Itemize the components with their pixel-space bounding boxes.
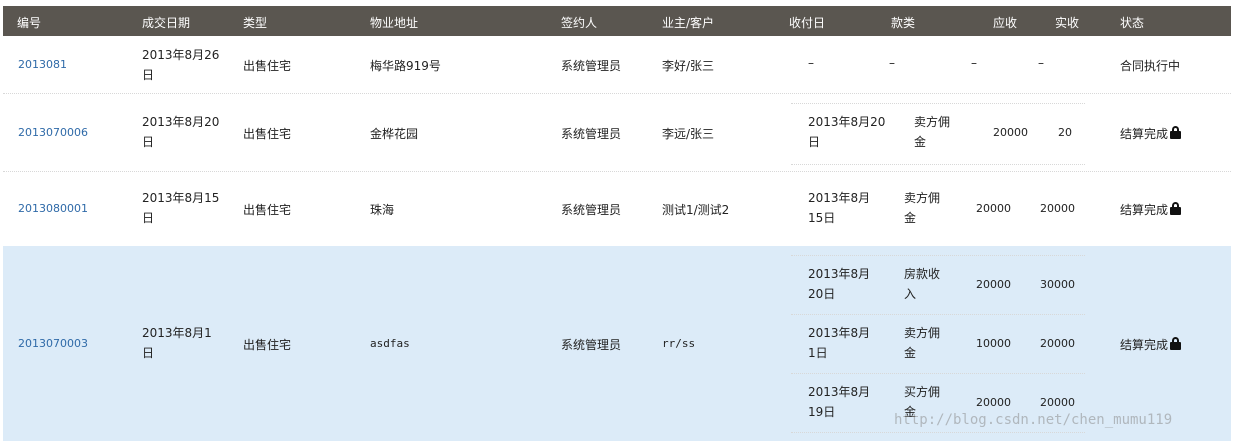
payment-received: 20000 — [1040, 396, 1075, 409]
payment-kind: – — [889, 56, 895, 70]
payment-divider — [791, 432, 1085, 433]
payment-receivable: 20000 — [976, 278, 1011, 291]
payment-receivable: 10000 — [976, 337, 1011, 350]
payment-received: 30000 — [1040, 278, 1075, 291]
payment-date: 2013年8月1日 — [808, 326, 871, 360]
status-text: 结算完成 — [1120, 127, 1169, 141]
table-header: 编号 成交日期 类型 物业地址 签约人 业主/客户 收付日 款类 应收 实收 状… — [3, 6, 1231, 36]
row-date: 2013年8月20日 — [142, 115, 220, 149]
header-owner[interactable]: 业主/客户 — [662, 14, 714, 31]
row-owner: 李好/张三 — [662, 59, 715, 73]
header-type[interactable]: 类型 — [243, 14, 267, 31]
row-signer: 系统管理员 — [561, 338, 622, 352]
table-row: 2013070006 2013年8月20日 出售住宅 金桦花园 系统管理员 李远… — [3, 94, 1231, 172]
row-signer: 系统管理员 — [561, 127, 622, 141]
payment-received: 20000 — [1040, 202, 1075, 215]
payment-divider — [791, 103, 1085, 104]
header-signer[interactable]: 签约人 — [561, 14, 597, 31]
payment-divider — [791, 164, 1085, 165]
lock-icon — [1170, 202, 1182, 215]
payment-receivable: 20000 — [993, 126, 1028, 139]
row-status: 结算完成 — [1120, 125, 1182, 142]
row-owner: 测试1/测试2 — [662, 203, 730, 217]
row-status: 合同执行中 — [1120, 57, 1180, 74]
row-type: 出售住宅 — [243, 127, 292, 141]
row-address: 珠海 — [370, 203, 395, 217]
row-signer: 系统管理员 — [561, 59, 622, 73]
lock-icon — [1170, 337, 1182, 350]
payment-divider — [791, 373, 1085, 374]
watermark: http://blog.csdn.net/chen_mumu119 — [894, 412, 1173, 428]
payment-kind: 卖方佣金 — [904, 191, 941, 225]
payment-receivable: – — [971, 56, 977, 70]
header-receivable[interactable]: 应收 — [993, 14, 1017, 31]
payment-date: – — [808, 56, 814, 70]
payment-divider — [791, 314, 1085, 315]
payment-date: 2013年8月15日 — [808, 191, 871, 225]
payment-kind: 卖方佣金 — [914, 115, 951, 149]
status-text: 合同执行中 — [1120, 59, 1181, 73]
payment-receivable: 20000 — [976, 202, 1011, 215]
row-type: 出售住宅 — [243, 203, 292, 217]
row-type: 出售住宅 — [243, 59, 292, 73]
lock-icon — [1170, 126, 1182, 139]
row-date: 2013年8月15日 — [142, 191, 220, 225]
row-id-link[interactable]: 2013070003 — [18, 337, 88, 350]
header-received[interactable]: 实收 — [1055, 14, 1079, 31]
row-date: 2013年8月1日 — [142, 326, 212, 360]
row-address: asdfas — [370, 337, 410, 350]
row-status: 结算完成 — [1120, 201, 1182, 218]
row-type: 出售住宅 — [243, 338, 292, 352]
header-id[interactable]: 编号 — [17, 14, 41, 31]
row-owner: rr/ss — [662, 337, 696, 350]
payment-divider — [791, 255, 1085, 256]
header-payment[interactable]: 款类 — [891, 14, 915, 31]
payment-kind: 卖方佣金 — [904, 326, 941, 360]
row-id-link[interactable]: 2013070006 — [18, 126, 88, 139]
row-status: 结算完成 — [1120, 336, 1182, 353]
payment-date: 2013年8月19日 — [808, 385, 871, 419]
payment-received: – — [1038, 56, 1044, 70]
payment-receivable: 20000 — [976, 396, 1011, 409]
row-date: 2013年8月26日 — [142, 48, 220, 82]
row-address: 金桦花园 — [370, 127, 419, 141]
payment-date: 2013年8月20日 — [808, 267, 871, 301]
header-status[interactable]: 状态 — [1120, 14, 1144, 31]
payment-date: 2013年8月20日 — [808, 115, 886, 149]
row-address: 梅华路919号 — [370, 59, 441, 73]
header-date[interactable]: 成交日期 — [142, 14, 190, 31]
payment-received: 20 — [1058, 126, 1072, 139]
payment-kind: 房款收入 — [904, 267, 941, 301]
row-id-link[interactable]: 2013081 — [18, 58, 67, 71]
row-signer: 系统管理员 — [561, 203, 622, 217]
row-owner: 李远/张三 — [662, 127, 715, 141]
status-text: 结算完成 — [1120, 203, 1169, 217]
status-text: 结算完成 — [1120, 338, 1169, 352]
header-address[interactable]: 物业地址 — [370, 14, 418, 31]
payment-received: 20000 — [1040, 337, 1075, 350]
header-collect-date[interactable]: 收付日 — [789, 14, 825, 31]
table-row: 2013080001 2013年8月15日 出售住宅 珠海 系统管理员 测试1/… — [3, 172, 1231, 246]
table-row: 2013081 2013年8月26日 出售住宅 梅华路919号 系统管理员 李好… — [3, 36, 1231, 94]
row-id-link[interactable]: 2013080001 — [18, 202, 88, 215]
